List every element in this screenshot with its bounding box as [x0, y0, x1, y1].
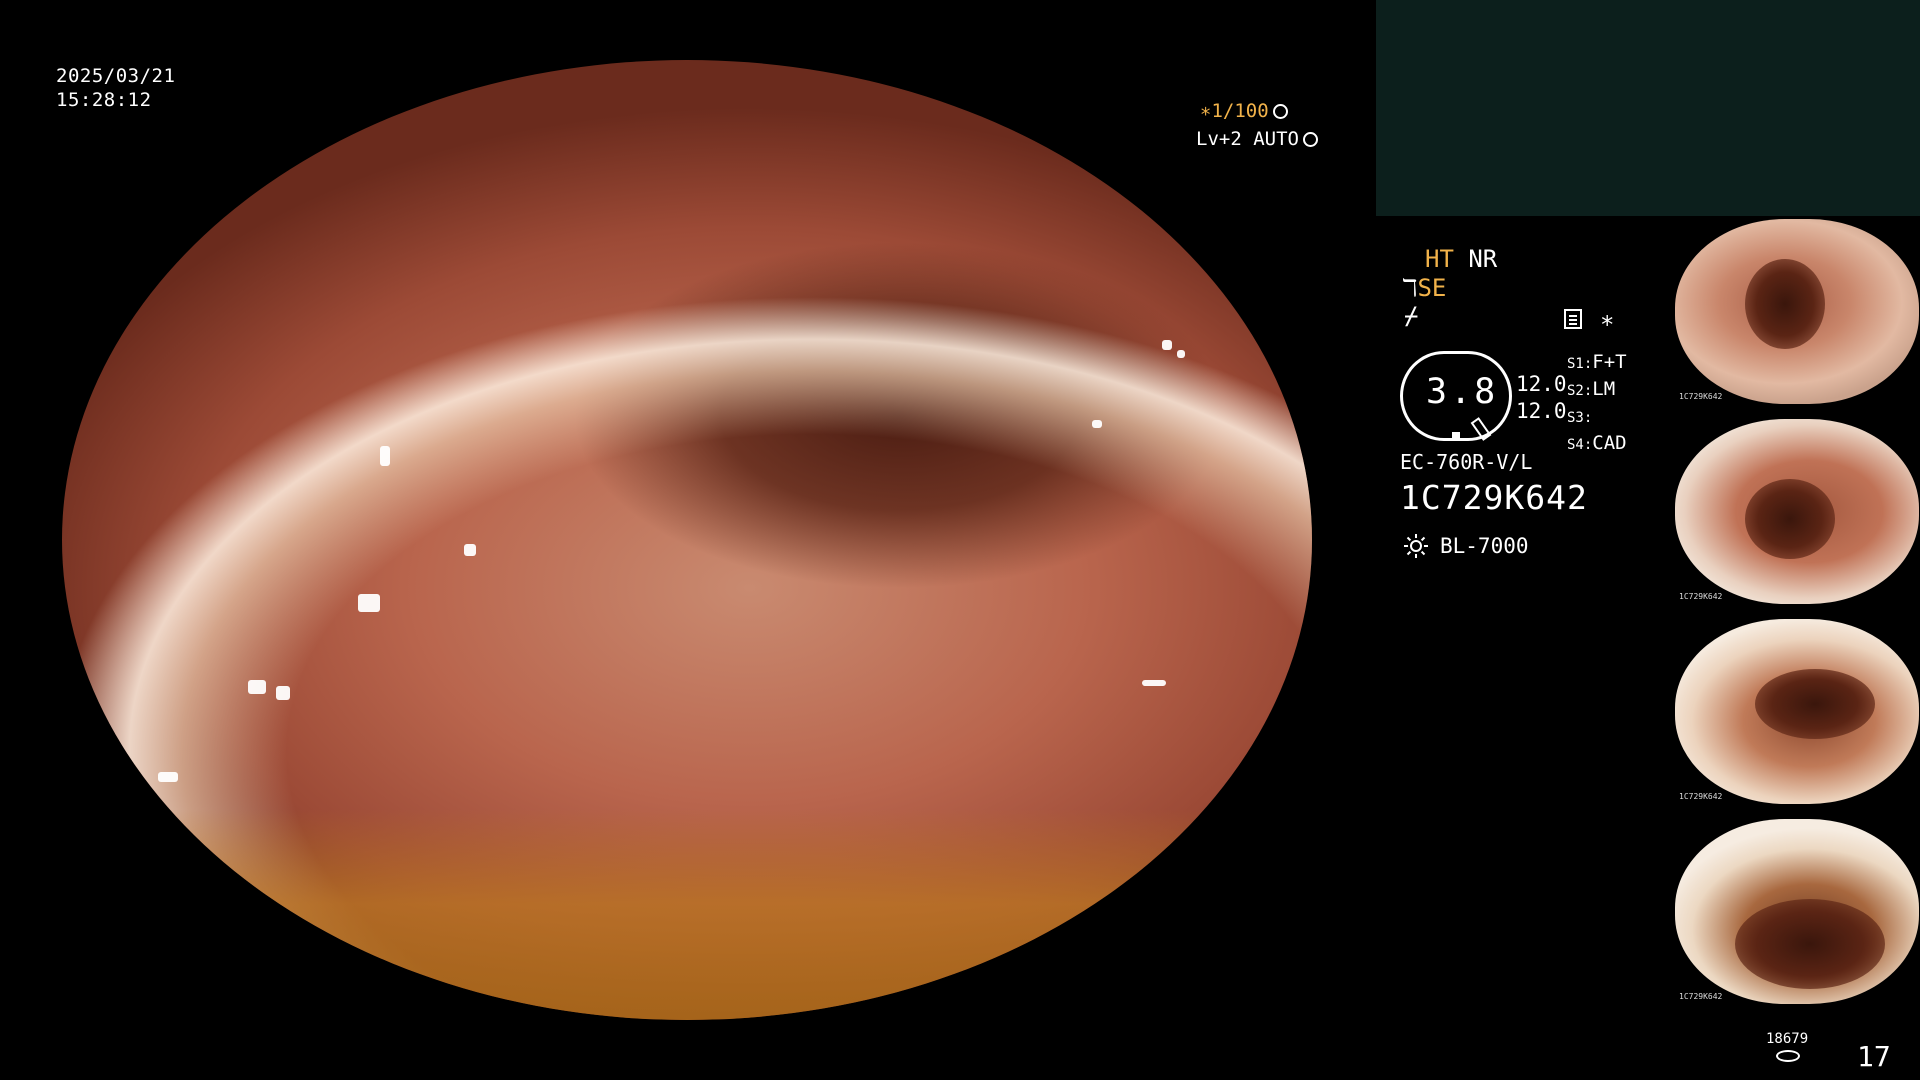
memo-icon: [1564, 309, 1582, 329]
shutter-value: 1/100: [1211, 100, 1269, 122]
nr-label: NR: [1468, 245, 1498, 273]
light-source-model: BL-7000: [1440, 534, 1529, 558]
shutter-speed: ∗1/100: [1200, 100, 1288, 122]
fluid-pool: [62, 808, 1312, 1020]
scope-serial: 1C729K642: [1400, 478, 1588, 517]
light-reflection: [358, 594, 380, 612]
storage-count: 18679: [1766, 1031, 1809, 1047]
switch-value: F+T: [1592, 351, 1627, 373]
switch-row: S2:LM: [1567, 377, 1627, 404]
se-status: ℸSE: [1402, 274, 1446, 302]
switch-key: S4:: [1567, 437, 1593, 453]
thumbnail-label: 1C729K642: [1679, 792, 1723, 801]
captured-thumbnail[interactable]: 1C729K642: [1673, 617, 1920, 807]
level-text: Lv+2 AUTO: [1196, 128, 1299, 150]
auto-iris-icon: [1302, 132, 1318, 147]
brightness-level: Lv+2 AUTO: [1196, 128, 1318, 150]
light-source-icon: [1404, 534, 1428, 558]
thumbnail-image: [1675, 819, 1919, 1004]
light-reflection: [1162, 340, 1172, 350]
switch-key: S3:: [1567, 410, 1593, 426]
ht-label: HT: [1425, 245, 1454, 273]
light-reflection: [1142, 680, 1166, 686]
switch-key: S2:: [1567, 383, 1593, 399]
light-reflection: [1177, 350, 1185, 358]
captured-thumbnail[interactable]: 1C729K642: [1673, 817, 1920, 1007]
shutter-wheel-icon: [1272, 104, 1288, 119]
light-reflection: [276, 686, 290, 700]
thumbnail-image: [1675, 219, 1919, 404]
thumbnail-label: 1C729K642: [1679, 992, 1723, 1001]
thumbnail-label: 1C729K642: [1679, 592, 1723, 601]
info-panel-top: [1376, 0, 1920, 216]
light-reflection: [1092, 420, 1102, 428]
shutter-prefix: ∗: [1200, 100, 1212, 122]
gauge-marker: [1452, 432, 1460, 438]
light-reflection: [158, 772, 178, 782]
switch-row: S3:: [1567, 404, 1627, 431]
captured-thumbnail[interactable]: 1C729K642: [1673, 417, 1920, 607]
endoscope-live-view: [62, 60, 1312, 1020]
switch-row: S1:F+T: [1567, 350, 1627, 377]
star-marker: ∗: [1600, 306, 1615, 334]
se-prefix: ℸ: [1402, 274, 1418, 302]
thumbnail-image: [1675, 419, 1919, 604]
gauge-value: 3.8: [1426, 372, 1499, 412]
light-reflection: [248, 680, 266, 694]
value-b: 12.0: [1516, 399, 1567, 423]
light-reflection: [380, 446, 390, 466]
se-label: SE: [1417, 274, 1447, 302]
switch-key: S1:: [1567, 356, 1593, 372]
image-count: 17: [1857, 1040, 1891, 1073]
captured-thumbnail[interactable]: 1C729K642: [1673, 217, 1920, 407]
thumbnail-label: 1C729K642: [1679, 392, 1723, 401]
switch-value: CAD: [1592, 432, 1627, 454]
enhancement-slash: ⌿: [1404, 302, 1419, 330]
light-reflection: [464, 544, 476, 556]
ht-nr-status: HT NR: [1425, 245, 1497, 273]
storage-disk-icon: [1776, 1050, 1800, 1062]
value-a: 12.0: [1516, 372, 1567, 396]
switch-row: S4:CAD: [1567, 431, 1627, 458]
scope-model: EC-760R-V/L: [1400, 450, 1533, 474]
thumbnail-image: [1675, 619, 1919, 804]
switch-list: S1:F+T S2:LM S3: S4:CAD: [1567, 350, 1627, 458]
switch-value: LM: [1592, 378, 1616, 400]
